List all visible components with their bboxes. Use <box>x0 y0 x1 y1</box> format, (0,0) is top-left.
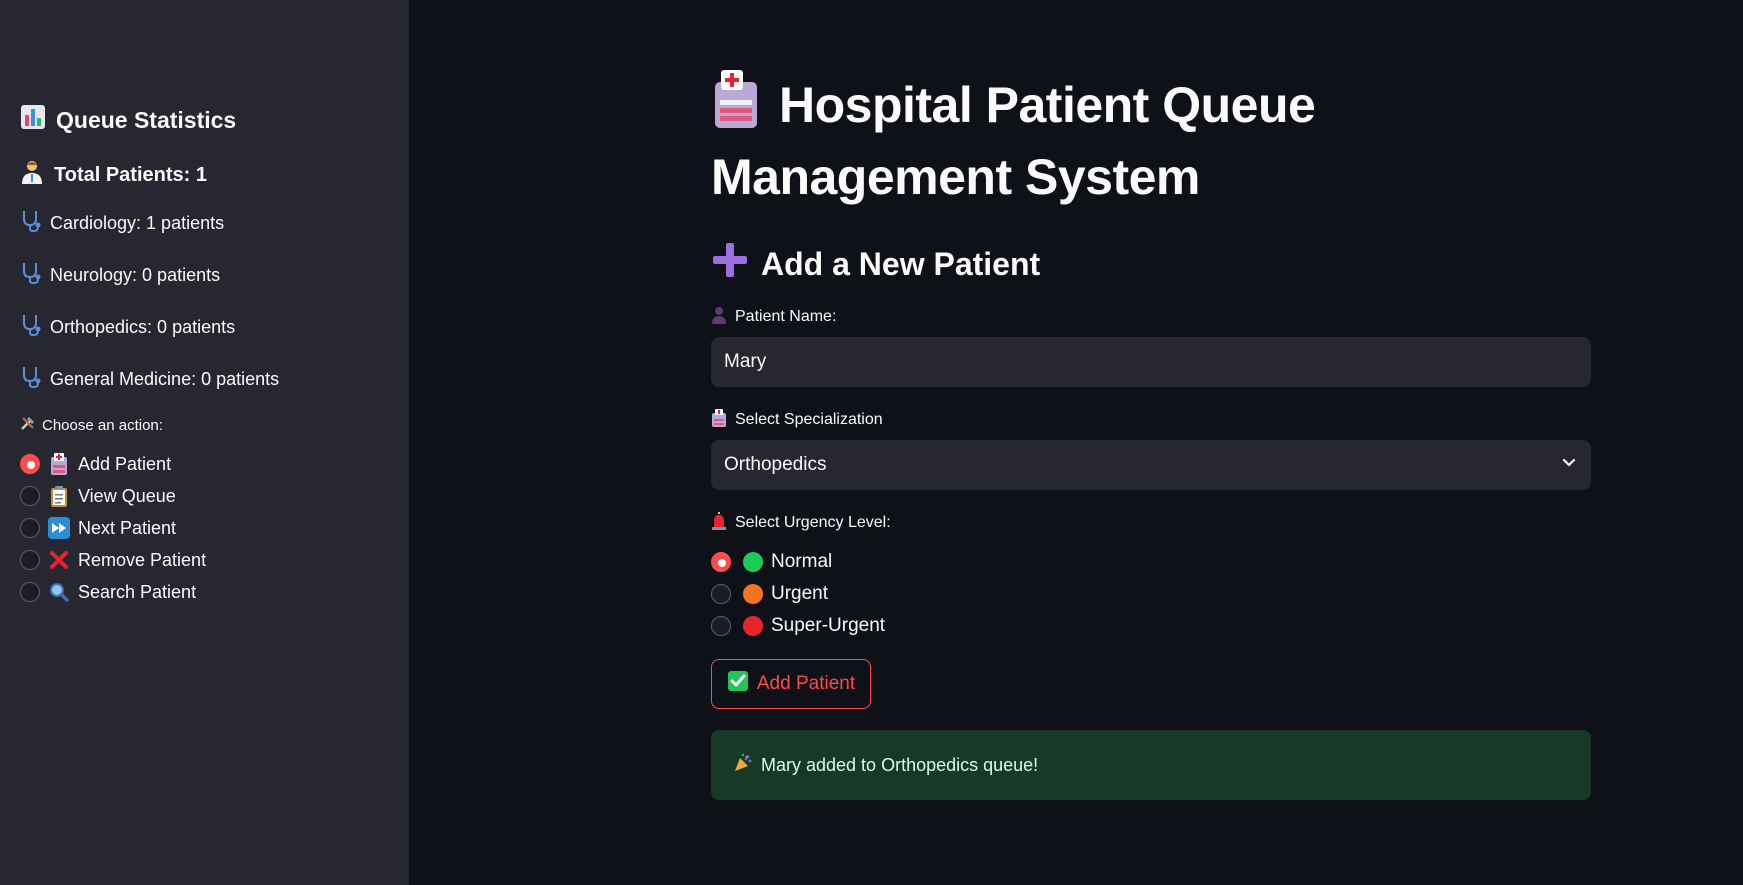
tools-icon <box>20 415 36 435</box>
hospital-icon <box>711 70 761 144</box>
action-label: Choose an action: <box>20 414 389 436</box>
action-option-remove-patient[interactable]: Remove Patient <box>20 544 389 576</box>
magnifier-icon <box>48 581 70 603</box>
stethoscope-icon <box>20 313 42 342</box>
action-option-next-patient[interactable]: Next Patient <box>20 512 389 544</box>
action-label-next: Next Patient <box>78 517 177 538</box>
specialization-label-text: Select Specialization <box>735 411 883 428</box>
page-title: Hospital Patient Queue Management System <box>711 70 1591 210</box>
urgency-option-urgent[interactable]: Urgent <box>711 578 1591 610</box>
stethoscope-icon <box>20 209 42 238</box>
bar-chart-icon <box>20 104 46 136</box>
stat-general-medicine: General Medicine: 0 patients <box>20 364 389 394</box>
radio-button[interactable] <box>711 552 731 572</box>
stethoscope-icon <box>20 365 42 394</box>
cross-mark-icon <box>48 549 70 571</box>
add-patient-button-label: Add Patient <box>756 673 856 694</box>
hospital-icon <box>711 408 727 432</box>
stat-label: Neurology: 0 patients <box>50 264 221 285</box>
chevron-down-icon <box>1561 454 1577 476</box>
urgency-option-normal[interactable]: Normal <box>711 546 1591 578</box>
add-patient-button[interactable]: Add Patient <box>711 659 871 709</box>
main-content: Hospital Patient Queue Management System… <box>711 0 1591 800</box>
action-label-search: Search Patient <box>78 581 197 602</box>
orange-circle-icon <box>743 584 763 604</box>
success-message: Mary added to Orthopedics queue! <box>761 754 1039 775</box>
action-label-text: Choose an action: <box>42 416 163 434</box>
radio-button[interactable] <box>20 550 40 570</box>
urgency-label-text: Select Urgency Level: <box>735 514 891 531</box>
urgency-super-urgent-label: Super-Urgent <box>771 615 886 636</box>
urgency-normal-label: Normal <box>771 551 833 572</box>
radio-button[interactable] <box>20 582 40 602</box>
patient-name-label-text: Patient Name: <box>735 308 837 325</box>
stat-label: Cardiology: 1 patients <box>50 212 225 233</box>
sidebar-title-text: Queue Statistics <box>56 106 237 133</box>
action-option-search-patient[interactable]: Search Patient <box>20 576 389 608</box>
patient-name-input[interactable]: Mary <box>711 337 1591 387</box>
green-circle-icon <box>743 552 763 572</box>
action-radio-group: Add Patient View Queue Next Patient Remo… <box>20 448 389 608</box>
radio-button[interactable] <box>20 454 40 474</box>
specialization-label: Select Specialization <box>711 408 1591 432</box>
person-icon <box>711 306 727 329</box>
sidebar: Queue Statistics Total Patients: 1 Cardi… <box>0 0 409 885</box>
fast-forward-icon <box>48 517 70 539</box>
urgency-option-super-urgent[interactable]: Super-Urgent <box>711 610 1591 642</box>
urgency-label: Select Urgency Level: <box>711 511 1591 535</box>
action-label-view: View Queue <box>78 485 176 506</box>
section-title: Add a New Patient <box>711 241 1591 287</box>
stat-label: General Medicine: 0 patients <box>50 368 280 389</box>
urgency-radio-group: Normal Urgent Super-Urgent <box>711 546 1591 642</box>
radio-button[interactable] <box>20 486 40 506</box>
total-patients-text: Total Patients: 1 <box>54 163 207 186</box>
action-label-remove: Remove Patient <box>78 549 207 570</box>
stat-cardiology: Cardiology: 1 patients <box>20 208 389 238</box>
siren-icon <box>711 511 727 535</box>
action-label-add: Add Patient <box>78 453 172 474</box>
success-alert: Mary added to Orthopedics queue! <box>711 730 1591 800</box>
specialization-value: Orthopedics <box>724 454 827 475</box>
check-mark-icon <box>727 670 749 698</box>
stethoscope-icon <box>20 261 42 290</box>
action-option-view-queue[interactable]: View Queue <box>20 480 389 512</box>
red-circle-icon <box>743 616 763 636</box>
patient-name-label: Patient Name: <box>711 306 1591 328</box>
page-title-text: Hospital Patient Queue Management System <box>711 77 1316 205</box>
section-title-text: Add a New Patient <box>761 245 1041 282</box>
specialization-select[interactable]: Orthopedics <box>711 440 1591 490</box>
radio-button[interactable] <box>711 616 731 636</box>
hospital-icon <box>48 453 70 475</box>
stat-neurology: Neurology: 0 patients <box>20 260 389 290</box>
party-popper-icon <box>733 753 753 778</box>
doctor-icon <box>20 159 44 191</box>
action-option-add-patient[interactable]: Add Patient <box>20 448 389 480</box>
stats-list: Cardiology: 1 patients Neurology: 0 pati… <box>20 208 389 394</box>
stat-orthopedics: Orthopedics: 0 patients <box>20 312 389 342</box>
clipboard-icon <box>48 485 70 507</box>
total-patients: Total Patients: 1 <box>20 160 389 190</box>
radio-button[interactable] <box>20 518 40 538</box>
stat-label: Orthopedics: 0 patients <box>50 316 236 337</box>
radio-button[interactable] <box>711 584 731 604</box>
plus-icon <box>711 241 749 287</box>
urgency-urgent-label: Urgent <box>771 583 829 604</box>
sidebar-title: Queue Statistics <box>20 102 389 138</box>
